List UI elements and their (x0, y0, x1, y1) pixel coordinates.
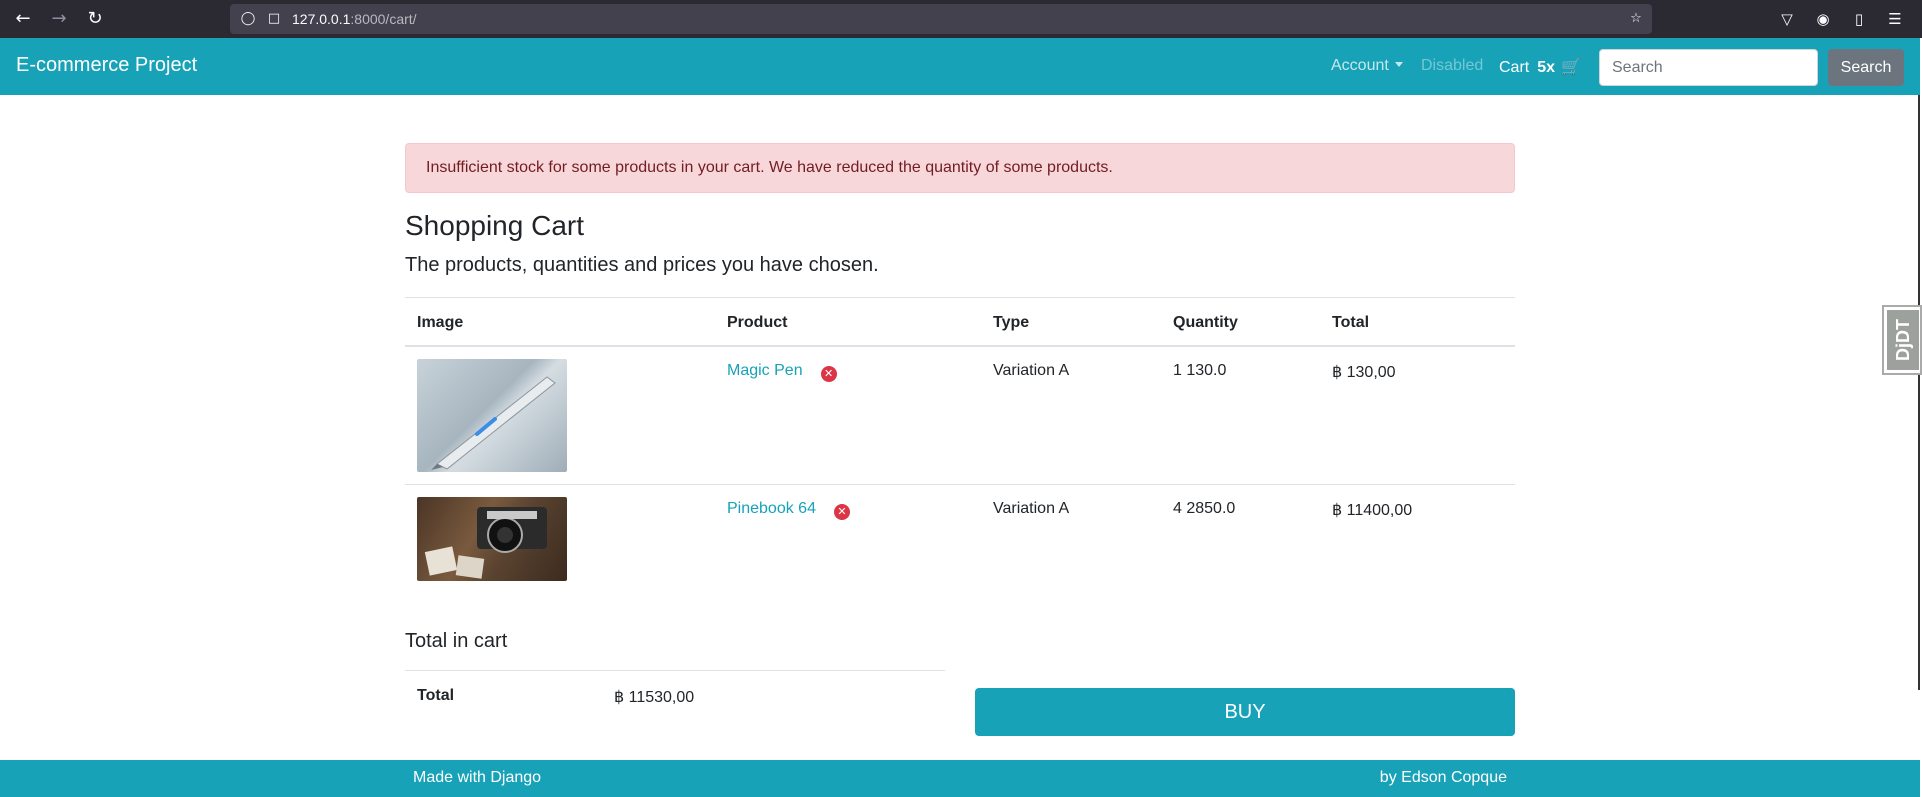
product-image-pen[interactable] (417, 359, 567, 472)
product-cell: Magic Pen ✕ (727, 362, 837, 382)
brand-link[interactable]: E-commerce Project (16, 54, 197, 77)
total-table: Total ฿ 11530,00 (405, 670, 945, 722)
extensions-icon[interactable]: ▯ (1848, 8, 1870, 30)
disabled-link: Disabled (1421, 57, 1484, 74)
total-cell: ฿ 11400,00 (1332, 502, 1413, 519)
browser-toolbar: ← → ↻ ◯ □ 127.0.0.1:8000/cart/ ☆ ▽ ◉ ▯ ☰ (0, 0, 1922, 38)
total-value: ฿ 11530,00 (614, 689, 695, 706)
reload-icon[interactable]: ↻ (83, 7, 107, 31)
total-heading: Total in cart (405, 630, 508, 652)
product-link[interactable]: Magic Pen (727, 362, 803, 379)
camera-graphic (424, 507, 547, 579)
type-cell: Variation A (993, 362, 1070, 379)
search-button[interactable]: Search (1828, 49, 1904, 86)
product-cell: Pinebook 64 ✕ (727, 500, 850, 520)
header-product: Product (727, 314, 788, 331)
page-icon[interactable]: □ (265, 10, 283, 28)
site-navbar: E-commerce Project Account Disabled Cart… (0, 38, 1920, 95)
back-icon[interactable]: ← (11, 7, 35, 31)
remove-item-icon[interactable]: ✕ (820, 366, 837, 382)
header-total: Total (1332, 314, 1370, 331)
remove-item-icon[interactable]: ✕ (833, 504, 850, 520)
header-type: Type (993, 314, 1030, 331)
cart-label: Cart (1499, 59, 1530, 76)
table-row: Magic Pen ✕ Variation A 1 130.0 ฿ 130,00 (405, 347, 1515, 485)
forward-icon[interactable]: → (47, 7, 71, 31)
footer-left: Made with Django (413, 769, 542, 786)
menu-icon[interactable]: ☰ (1884, 8, 1906, 30)
account-label: Account (1331, 57, 1389, 74)
debug-toolbar-handle[interactable]: DjDT (1882, 305, 1922, 375)
cart-table: Image Product Type Quantity Total Magic … (405, 297, 1515, 605)
pocket-icon[interactable]: ▽ (1776, 8, 1798, 30)
caret-down-icon (1394, 62, 1403, 67)
product-image-camera[interactable] (417, 497, 567, 581)
product-link[interactable]: Pinebook 64 (727, 500, 816, 517)
page-lead: The products, quantities and prices you … (405, 254, 879, 276)
bookmark-star-icon[interactable]: ☆ (1627, 10, 1645, 28)
url-path: :8000/cart/ (350, 11, 417, 27)
cart-link[interactable]: Cart 5x 🛒 (1499, 57, 1581, 77)
shield-icon[interactable]: ◯ (239, 10, 257, 28)
search-input[interactable] (1599, 49, 1818, 86)
url-text[interactable]: 127.0.0.1:8000/cart/ (292, 11, 417, 27)
shopping-cart-icon: 🛒 (1561, 57, 1581, 76)
debug-toolbar-label: DjDT (1887, 310, 1919, 370)
header-image: Image (417, 314, 464, 331)
quantity-cell: 1 130.0 (1173, 362, 1227, 379)
stock-alert: Insufficient stock for some products in … (405, 143, 1515, 193)
total-cell: ฿ 130,00 (1332, 364, 1396, 381)
header-quantity: Quantity (1173, 314, 1238, 331)
account-dropdown[interactable]: Account (1331, 57, 1403, 75)
account-icon[interactable]: ◉ (1812, 8, 1834, 30)
table-row: Pinebook 64 ✕ Variation A 4 2850.0 ฿ 1140… (405, 485, 1515, 605)
table-header: Image Product Type Quantity Total (405, 297, 1515, 347)
address-bar[interactable]: ◯ □ 127.0.0.1:8000/cart/ ☆ (230, 4, 1652, 34)
type-cell: Variation A (993, 500, 1070, 517)
total-label: Total (417, 687, 455, 704)
debug-toolbar-edge (1918, 95, 1920, 690)
pen-graphic (431, 376, 556, 470)
cart-count: 5x (1537, 59, 1556, 76)
page-title: Shopping Cart (405, 210, 585, 241)
footer-right: by Edson Copque (1379, 769, 1507, 786)
site-footer: Made with Django by Edson Copque (0, 760, 1920, 797)
quantity-cell: 4 2850.0 (1173, 500, 1236, 517)
buy-button[interactable]: BUY (975, 688, 1515, 736)
url-host: 127.0.0.1 (292, 11, 351, 27)
